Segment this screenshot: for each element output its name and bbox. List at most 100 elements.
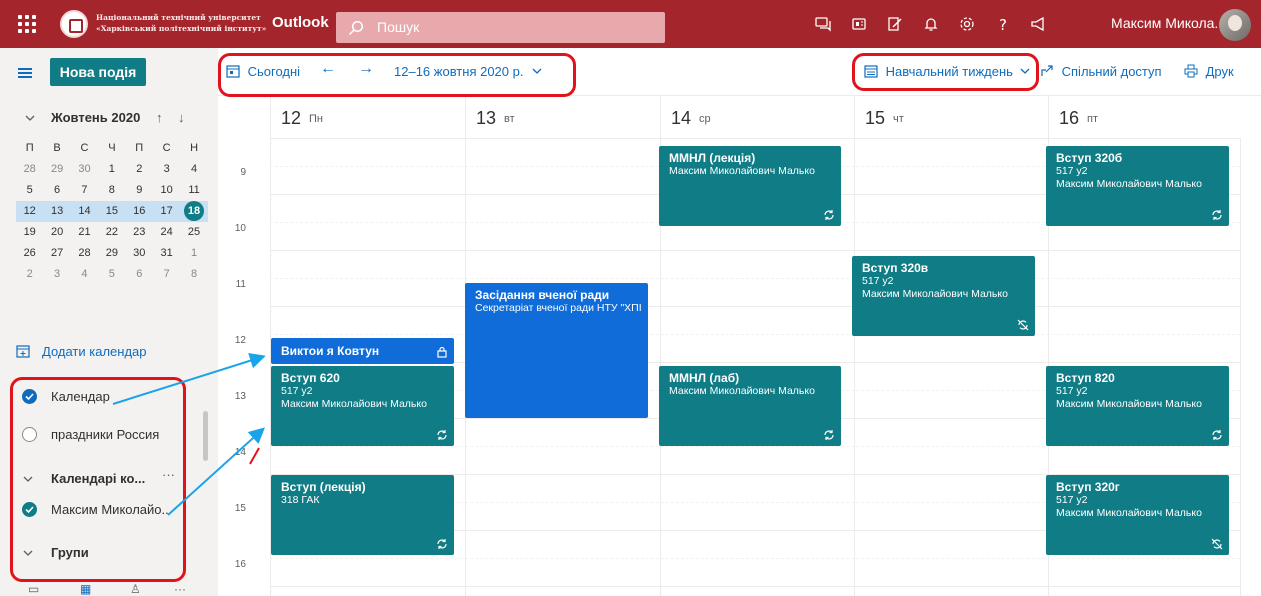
mini-calendar-day[interactable]: 11: [180, 180, 207, 201]
mini-calendar-day[interactable]: 2: [16, 264, 43, 285]
mini-calendar-title[interactable]: Жовтень 2020: [51, 110, 140, 125]
search-input[interactable]: Пошук: [377, 19, 419, 35]
mini-calendar-day[interactable]: 5: [98, 264, 125, 285]
day-header[interactable]: 15 чт: [854, 96, 1048, 138]
search-box[interactable]: Пошук: [336, 12, 665, 43]
more-apps-icon[interactable]: ···: [174, 582, 186, 596]
mini-calendar-day[interactable]: 18: [180, 201, 207, 222]
gear-icon[interactable]: [958, 15, 976, 33]
weekday-label: В: [53, 142, 61, 154]
mini-calendar-day[interactable]: 6: [43, 180, 70, 201]
today-marker[interactable]: 18: [184, 201, 205, 221]
arrow-up-icon[interactable]: ↑: [156, 110, 163, 125]
mini-calendar-day[interactable]: 30: [126, 243, 153, 264]
mini-calendar-day[interactable]: 12: [16, 201, 43, 222]
todo-icon[interactable]: [886, 15, 904, 33]
new-event-button[interactable]: Нова подія: [50, 58, 146, 86]
university-logo[interactable]: [60, 10, 88, 38]
mini-calendar-day[interactable]: 19: [16, 222, 43, 243]
mini-calendar-day[interactable]: 25: [180, 222, 207, 243]
arrow-down-icon[interactable]: ↓: [178, 110, 185, 125]
mini-calendar-day[interactable]: 26: [16, 243, 43, 264]
mini-calendar-day[interactable]: 9: [126, 180, 153, 201]
calendar-event[interactable]: Вступ 820 517 у2 Максим Миколайович Маль…: [1046, 366, 1229, 446]
day-header[interactable]: 12 Пн: [270, 96, 465, 138]
mini-calendar-day[interactable]: 16: [126, 201, 153, 222]
help-icon[interactable]: ?: [994, 15, 1012, 33]
mini-calendar-day[interactable]: 30: [71, 159, 98, 180]
mail-icon[interactable]: ▭: [28, 582, 39, 596]
mini-calendar-day[interactable]: 4: [71, 264, 98, 285]
avatar[interactable]: [1219, 9, 1251, 41]
chevron-down-icon[interactable]: [22, 547, 34, 559]
checkbox-checked-icon[interactable]: [22, 389, 37, 404]
calendar-event[interactable]: ММНЛ (лаб) Максим Миколайович Малько: [659, 366, 841, 446]
print-button[interactable]: Друк: [1184, 64, 1234, 79]
mini-calendar-day[interactable]: 7: [71, 180, 98, 201]
sidebar-scrollbar[interactable]: [203, 378, 209, 568]
meet-now-icon[interactable]: [850, 15, 868, 33]
mini-calendar-day[interactable]: 13: [43, 201, 70, 222]
calendar-event[interactable]: ММНЛ (лекція) Максим Миколайович Малько: [659, 146, 841, 226]
mini-calendar-day[interactable]: 31: [153, 243, 180, 264]
mini-calendar-day[interactable]: 22: [98, 222, 125, 243]
mini-calendar-day[interactable]: 1: [98, 159, 125, 180]
more-options-icon[interactable]: ···: [162, 467, 175, 482]
calendar-event[interactable]: Вступ 320б 517 у2 Максим Миколайович Мал…: [1046, 146, 1229, 226]
view-switcher[interactable]: Навчальний тиждень: [864, 64, 1031, 79]
mini-calendar-day[interactable]: 29: [43, 159, 70, 180]
mini-calendar-day[interactable]: 21: [71, 222, 98, 243]
hamburger-icon[interactable]: [18, 68, 32, 78]
calendar-event[interactable]: Вступ 320в 517 у2 Максим Миколайович Мал…: [852, 256, 1035, 336]
app-name[interactable]: Outlook: [272, 14, 329, 31]
checkbox-empty-icon[interactable]: [22, 427, 37, 442]
calendar-icon[interactable]: ▦: [80, 582, 91, 596]
bell-icon[interactable]: [922, 15, 940, 33]
next-week-button[interactable]: →: [358, 60, 374, 78]
mini-calendar-day[interactable]: 27: [43, 243, 70, 264]
mini-calendar-day[interactable]: 3: [153, 159, 180, 180]
waffle-icon[interactable]: [18, 15, 36, 33]
calendar-event[interactable]: Вступ (лекція) 318 ГАК: [271, 475, 454, 555]
share-button[interactable]: Спільний доступ: [1040, 64, 1162, 79]
date-range-picker[interactable]: 12–16 жовтня 2020 р.: [394, 64, 543, 79]
calendar-event[interactable]: Виктои я Ковтун: [271, 338, 454, 364]
mini-calendar-day[interactable]: 20: [43, 222, 70, 243]
mini-calendar-day[interactable]: 8: [180, 264, 207, 285]
mini-calendar-day[interactable]: 5: [16, 180, 43, 201]
mini-calendar-day[interactable]: 28: [71, 243, 98, 264]
recurring-icon: [1212, 430, 1222, 440]
user-name[interactable]: Максим Микола..: [1111, 15, 1222, 31]
mini-calendar-day[interactable]: 23: [126, 222, 153, 243]
previous-week-button[interactable]: ←: [320, 60, 336, 78]
chat-icon[interactable]: [814, 15, 832, 33]
day-header[interactable]: 14 ср: [660, 96, 854, 138]
day-header[interactable]: 16 пт: [1048, 96, 1240, 138]
mini-calendar-day[interactable]: 10: [153, 180, 180, 201]
feedback-icon[interactable]: [1030, 15, 1048, 33]
mini-calendar-day[interactable]: 4: [180, 159, 207, 180]
mini-calendar-day[interactable]: 8: [98, 180, 125, 201]
mini-calendar-day[interactable]: 17: [153, 201, 180, 222]
chevron-down-icon[interactable]: [22, 473, 34, 485]
chevron-down-icon[interactable]: [24, 112, 36, 124]
mini-calendar-day[interactable]: 14: [71, 201, 98, 222]
add-calendar-icon: [16, 345, 30, 358]
calendar-event[interactable]: Засідання вченої ради Секретаріат вченої…: [465, 283, 648, 418]
calendar-event[interactable]: Вступ 320г 517 у2 Максим Миколайович Мал…: [1046, 475, 1229, 555]
mini-calendar-day[interactable]: 15: [98, 201, 125, 222]
add-calendar-link[interactable]: Додати календар: [16, 344, 147, 361]
mini-calendar-day[interactable]: 7: [153, 264, 180, 285]
mini-calendar-day[interactable]: 6: [126, 264, 153, 285]
mini-calendar-day[interactable]: 1: [180, 243, 207, 264]
mini-calendar-day[interactable]: 24: [153, 222, 180, 243]
people-icon[interactable]: ♙: [130, 582, 141, 596]
mini-calendar-day[interactable]: 28: [16, 159, 43, 180]
mini-calendar-day[interactable]: 3: [43, 264, 70, 285]
mini-calendar-day[interactable]: 29: [98, 243, 125, 264]
today-button[interactable]: Сьогодні: [226, 64, 300, 79]
day-header[interactable]: 13 вт: [465, 96, 660, 138]
calendar-event[interactable]: Вступ 620 517 у2 Максим Миколайович Маль…: [271, 366, 454, 446]
checkbox-checked-icon[interactable]: [22, 502, 37, 517]
mini-calendar-day[interactable]: 2: [126, 159, 153, 180]
